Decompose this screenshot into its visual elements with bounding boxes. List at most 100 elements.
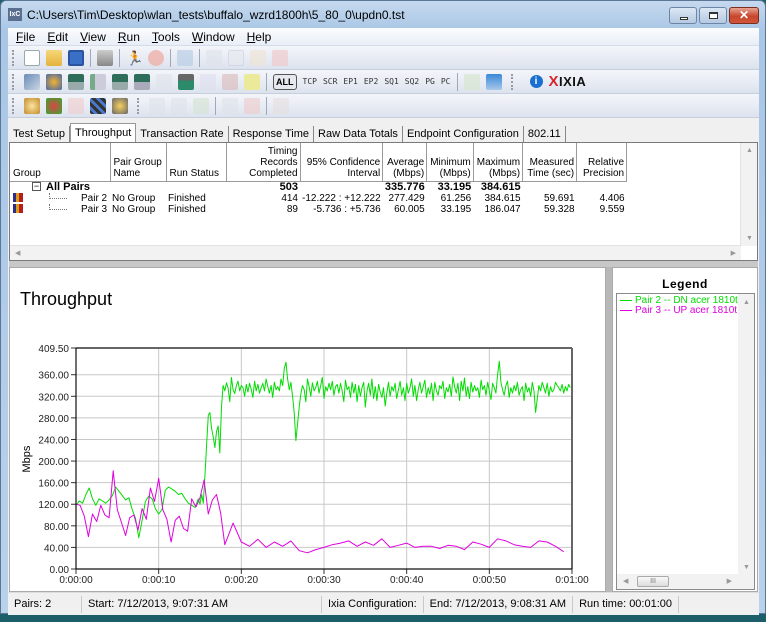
refresh-icon[interactable] bbox=[177, 49, 193, 66]
compare3-icon[interactable] bbox=[193, 97, 209, 114]
filter-scr-button[interactable]: SCR bbox=[323, 77, 337, 86]
add-pair-icon[interactable] bbox=[24, 73, 40, 90]
tab-throughput[interactable]: Throughput bbox=[69, 123, 137, 143]
print-icon[interactable] bbox=[97, 49, 113, 66]
info-icon[interactable]: i bbox=[529, 75, 543, 88]
filter-ep2-button[interactable]: EP2 bbox=[364, 77, 378, 86]
scroll-down-icon[interactable]: ▼ bbox=[746, 235, 753, 242]
test-checkered-icon[interactable] bbox=[90, 97, 106, 114]
filter-sq1-button[interactable]: SQ1 bbox=[384, 77, 398, 86]
tab-transaction-rate[interactable]: Transaction Rate bbox=[136, 126, 229, 142]
cut-icon[interactable] bbox=[206, 49, 222, 66]
toolbar-separator bbox=[90, 48, 91, 67]
scroll-down-icon[interactable]: ▼ bbox=[743, 564, 750, 571]
scroll-thumb[interactable]: III bbox=[637, 576, 669, 587]
menu-window[interactable]: Window bbox=[186, 28, 241, 46]
delete-icon[interactable] bbox=[222, 73, 238, 90]
edit-icon[interactable] bbox=[156, 73, 172, 90]
scroll-up-icon[interactable]: ▲ bbox=[743, 299, 750, 306]
maximize-button[interactable] bbox=[699, 7, 727, 24]
stop-icon[interactable] bbox=[148, 49, 164, 66]
add-multicast-icon[interactable] bbox=[46, 73, 62, 90]
open-folder-icon[interactable] bbox=[46, 49, 62, 66]
legend-vertical-scrollbar[interactable]: ▲ ▼ bbox=[738, 294, 754, 576]
export-icon[interactable] bbox=[463, 73, 480, 90]
title-bar[interactable]: IxC C:\Users\Tim\Desktop\wlan_tests\buff… bbox=[1, 1, 765, 28]
endpoints-icon[interactable] bbox=[134, 73, 150, 90]
close-button[interactable]: ✕ bbox=[729, 7, 759, 24]
one-two-icon[interactable] bbox=[244, 73, 260, 90]
filter-tcp-button[interactable]: TCP bbox=[303, 77, 317, 86]
compare-icon[interactable] bbox=[149, 97, 165, 114]
toolbar-grip[interactable] bbox=[137, 97, 140, 114]
network-icon[interactable] bbox=[90, 73, 106, 90]
column-header-timing-records-completed[interactable]: Timing Records Completed bbox=[226, 143, 301, 182]
menu-help[interactable]: Help bbox=[241, 28, 278, 46]
tab-response-time[interactable]: Response Time bbox=[229, 126, 315, 142]
toolbar-grip[interactable] bbox=[510, 73, 514, 90]
paste-icon[interactable] bbox=[250, 49, 266, 66]
toolbar-grip[interactable] bbox=[12, 49, 15, 66]
menu-file[interactable]: File bbox=[10, 28, 41, 46]
column-header-measured-time-sec[interactable]: Measured Time (sec) bbox=[522, 143, 578, 182]
edit-endpoint-icon[interactable] bbox=[112, 73, 128, 90]
grid-vertical-scrollbar[interactable]: ▲ ▼ bbox=[740, 143, 757, 246]
run-icon[interactable]: 🏃 bbox=[126, 50, 143, 66]
legend-item[interactable]: Pair 3 -- UP acer 1810t bbox=[617, 306, 754, 316]
column-header-group[interactable]: Group bbox=[10, 143, 111, 182]
menu-run[interactable]: Run bbox=[112, 28, 146, 46]
merge2-icon[interactable] bbox=[244, 97, 260, 114]
test-finish-icon[interactable] bbox=[112, 97, 128, 114]
filter-sq2-button[interactable]: SQ2 bbox=[405, 77, 419, 86]
column-header-maximum-mbps[interactable]: Maximum (Mbps) bbox=[473, 143, 524, 182]
toolbar-grip[interactable] bbox=[12, 73, 15, 90]
save-icon[interactable] bbox=[68, 49, 84, 66]
grid-horizontal-scrollbar[interactable]: ◀ ▶ bbox=[10, 245, 741, 260]
tab-802-11[interactable]: 802.11 bbox=[524, 126, 566, 142]
rename-icon[interactable] bbox=[200, 73, 216, 90]
filter-ep1-button[interactable]: EP1 bbox=[343, 77, 357, 86]
test-faded-icon[interactable] bbox=[68, 97, 84, 114]
merge-icon[interactable] bbox=[222, 97, 238, 114]
column-header-95-confidence-interval[interactable]: 95% Confidence Interval bbox=[300, 143, 384, 182]
test-setup-icon[interactable] bbox=[24, 97, 40, 114]
script-icon[interactable] bbox=[178, 73, 194, 90]
filter-pg-button[interactable]: PG bbox=[425, 77, 435, 86]
summary-row[interactable]: − All Pairs 503 335.776 33.195 384.615 bbox=[10, 181, 627, 193]
table-row[interactable]: Pair 2 No Group Finished 414 -12.222 : +… bbox=[10, 192, 627, 204]
toolbar-grip[interactable] bbox=[12, 97, 15, 114]
filter-all-button[interactable]: ALL bbox=[273, 73, 297, 90]
menu-view[interactable]: View bbox=[74, 28, 112, 46]
toolbar-separator bbox=[266, 96, 267, 115]
menu-tools[interactable]: Tools bbox=[146, 28, 186, 46]
scroll-right-icon[interactable]: ▶ bbox=[731, 249, 736, 257]
minimize-button[interactable] bbox=[669, 7, 697, 24]
scroll-left-icon[interactable]: ◀ bbox=[623, 577, 628, 585]
scroll-right-icon[interactable]: ▶ bbox=[727, 577, 732, 585]
filter-pc-button[interactable]: PC bbox=[441, 77, 451, 86]
collapse-icon[interactable]: − bbox=[32, 182, 41, 192]
menu-edit[interactable]: Edit bbox=[41, 28, 74, 46]
compare2-icon[interactable] bbox=[171, 97, 187, 114]
column-header-pair-group-name[interactable]: Pair Group Name bbox=[110, 143, 167, 182]
add-endpoint-icon[interactable] bbox=[68, 73, 84, 90]
legend-list[interactable]: Pair 2 -- DN acer 1810t Pair 3 -- UP acer… bbox=[616, 293, 755, 590]
column-header-minimum-mbps[interactable]: Minimum (Mbps) bbox=[426, 143, 474, 182]
find-icon[interactable] bbox=[272, 49, 288, 66]
test-green-icon[interactable] bbox=[46, 97, 62, 114]
tab-raw-data-totals[interactable]: Raw Data Totals bbox=[314, 126, 403, 142]
column-header-run-status[interactable]: Run Status bbox=[166, 143, 227, 182]
legend-horizontal-scrollbar[interactable]: ◀ III ▶ bbox=[617, 574, 754, 589]
tab-endpoint-configuration[interactable]: Endpoint Configuration bbox=[403, 126, 524, 142]
new-file-icon[interactable] bbox=[24, 49, 40, 66]
summary-group: All Pairs bbox=[46, 180, 91, 193]
column-header-average-mbps[interactable]: Average (Mbps) bbox=[382, 143, 428, 182]
tab-test-setup[interactable]: Test Setup bbox=[9, 126, 70, 142]
copy-icon[interactable] bbox=[228, 49, 244, 66]
scroll-up-icon[interactable]: ▲ bbox=[746, 147, 753, 154]
table-row[interactable]: Pair 3 No Group Finished 89 -5.736 : +5.… bbox=[10, 203, 627, 215]
report-icon[interactable] bbox=[273, 97, 289, 114]
window-icon[interactable] bbox=[485, 73, 502, 90]
column-header-relative-precision[interactable]: Relative Precision bbox=[576, 143, 628, 182]
scroll-left-icon[interactable]: ◀ bbox=[15, 249, 20, 257]
